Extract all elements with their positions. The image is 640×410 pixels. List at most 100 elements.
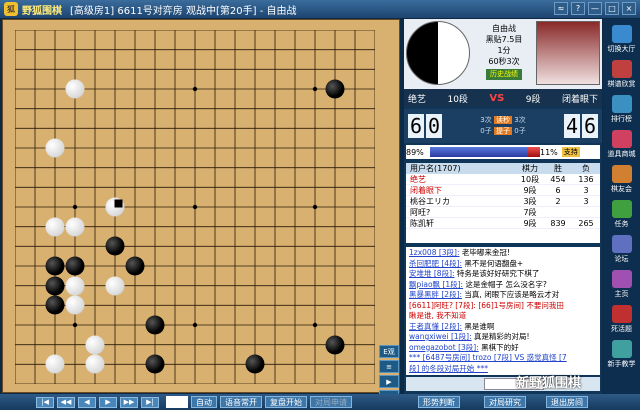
black-stone <box>45 276 65 296</box>
menu-label: 棋谱欣赏 <box>607 80 636 88</box>
white-player-rank: 9段 <box>525 94 541 105</box>
white-stone-last-move <box>105 197 125 217</box>
user-row[interactable]: 绝艺 10段 454 136 <box>406 174 600 185</box>
fast-forward-button[interactable]: ▶▶ <box>120 396 138 408</box>
player-names: 绝艺 10段 VS 9段 闭着眼下 <box>404 89 602 107</box>
voice-button[interactable]: 语音常开 <box>220 396 262 408</box>
white-stone <box>45 138 65 158</box>
situation-judge-button[interactable]: 形势判断 <box>418 396 460 408</box>
forward-button[interactable]: ▶ <box>99 396 117 408</box>
black-clock: 60 <box>408 114 442 138</box>
support-button[interactable]: 支持 <box>561 147 580 157</box>
skin-button[interactable]: ≈ <box>554 2 568 15</box>
close-button[interactable]: × <box>622 2 636 15</box>
menu-item[interactable]: 论坛 <box>605 235 639 268</box>
board-menu-button[interactable]: ≡ <box>379 360 399 373</box>
menu-icon <box>611 305 632 323</box>
menu-item[interactable]: 新手教学 <box>605 340 639 373</box>
black-stone <box>65 256 85 276</box>
menu-icon <box>611 95 632 113</box>
menu-item[interactable]: 道具商城 <box>605 130 639 163</box>
minimize-button[interactable]: — <box>588 2 602 15</box>
players-card: 自由战 黑贴7.5目 1分 60秒3次 历史战绩 绝艺 10段 VS 9段 闭着… <box>404 19 602 107</box>
user-row[interactable]: 桃谷エリカ 3段 2 3 <box>406 196 600 207</box>
menu-label: 切换大厅 <box>607 45 636 53</box>
black-player-name[interactable]: 绝艺 <box>408 92 426 105</box>
menu-item[interactable]: 棋友会 <box>605 165 639 198</box>
help-button[interactable]: ? <box>571 2 585 15</box>
white-stone <box>85 354 105 374</box>
black-player-avatar[interactable] <box>406 21 470 85</box>
clock-panel: 60 3次 读秒 3次 0子 提子 0子 46 <box>404 109 602 143</box>
menu-label: 道具商城 <box>607 150 636 158</box>
white-stone <box>65 79 85 99</box>
last-move-marker <box>114 199 123 208</box>
menu-item[interactable]: 排行榜 <box>605 95 639 128</box>
white-stone <box>85 335 105 355</box>
black-stone <box>245 354 265 374</box>
chat-message: omegazobot [3段]: 黑棋下的好 <box>409 342 519 352</box>
menu-icon <box>611 60 632 78</box>
window-title: 野狐围棋 [高级房1] 6611号对弈房 观战中[第20手] - 自由战 <box>22 5 297 17</box>
black-stone <box>45 295 65 315</box>
black-player-rank: 10段 <box>447 94 468 105</box>
title-bar: 狐 野狐围棋 [高级房1] 6611号对弈房 观战中[第20手] - 自由战 ≈ … <box>0 0 640 18</box>
menu-label: 棋友会 <box>611 185 632 193</box>
maximize-button[interactable]: □ <box>605 2 619 15</box>
white-stone <box>45 217 65 237</box>
white-stone <box>65 217 85 237</box>
menu-item[interactable]: 棋谱欣赏 <box>605 60 639 93</box>
chat-message: 王者真懂 [2段]: 黑是谁啊 <box>409 321 495 331</box>
user-row[interactable]: 闭着眼下 9段 6 3 <box>406 185 600 196</box>
history-button[interactable]: 历史战绩 <box>486 69 522 80</box>
spectate-button[interactable]: E观 <box>379 345 399 358</box>
menu-item[interactable]: 死活题 <box>605 305 639 338</box>
white-player-name[interactable]: 闭着眼下 <box>562 92 598 105</box>
right-menu: 切换大厅棋谱欣赏排行榜道具商城棋友会任务 论坛 主页死活题新手教学 <box>603 19 640 394</box>
winrate-bar: 89% 11% 支持 <box>406 145 600 159</box>
exit-room-button[interactable]: 退出房间 <box>546 396 588 408</box>
chat-message: 飘piao飘 [1段]: 这是金帽子 怎么没名字? <box>409 279 547 289</box>
white-winrate-fill <box>527 147 540 157</box>
menu-icon <box>611 340 632 358</box>
chat-message: 黑暴黑胖 [2段]: 当真, 闭眼下应该是略云才对 <box>409 290 560 299</box>
auto-play-button[interactable]: 自动 <box>191 396 217 408</box>
menu-icon <box>611 235 632 253</box>
chat-log[interactable]: 1zx008 [3段]: 老毕嘟来金冠! 杀回肥肥 [4段]: 黑不是何语翻盘+ 安… <box>406 247 600 375</box>
user-list: 用户名(1707) 棋力胜负 绝艺 10段 454 136 闭着眼下 9段 6 3 桃谷エリカ 3段… <box>406 163 600 243</box>
black-stone <box>45 256 65 276</box>
last-move-button[interactable]: ▶| <box>141 396 159 408</box>
info-panel: 自由战 黑贴7.5目 1分 60秒3次 历史战绩 绝艺 10段 VS 9段 闭着… <box>404 19 602 394</box>
menu-label: 死活题 <box>611 325 632 333</box>
back-button[interactable]: ◀ <box>78 396 96 408</box>
fox-logo-icon: 狐 <box>4 2 18 16</box>
black-winrate: 89% <box>406 147 424 157</box>
game-research-button[interactable]: 对局研究 <box>484 396 526 408</box>
panel-tabs: 形势判断 对局研究 退出房间 <box>404 394 588 410</box>
chat-message: 杀回肥肥 [4段]: 黑不是何语翻盘+ <box>409 258 524 268</box>
fast-back-button[interactable]: ◀◀ <box>57 396 75 408</box>
go-board[interactable]: E观 ≡ ▶ ● <box>2 19 400 403</box>
watermark: 新野狐围棋 <box>516 376 582 391</box>
play-button[interactable]: ▶ <box>379 375 399 388</box>
black-stone <box>125 256 145 276</box>
menu-item[interactable]: 主页 <box>605 270 639 303</box>
user-row[interactable]: 陈凯轩 9段 839 265 <box>406 218 600 229</box>
game-request-button[interactable]: 对局申请 <box>310 396 352 408</box>
menu-item[interactable]: 切换大厅 <box>605 25 639 58</box>
white-player-avatar[interactable] <box>536 21 600 85</box>
chat-message: wangxiwei [1段]: 真是精彩的对局! <box>409 332 530 341</box>
black-stone <box>145 315 165 335</box>
menu-item[interactable]: 任务 <box>605 200 639 233</box>
user-row[interactable]: 阿旺? 7段 <box>406 207 600 218</box>
review-start-button[interactable]: 复盘开始 <box>265 396 307 408</box>
black-stone <box>325 335 345 355</box>
white-stone <box>105 276 125 296</box>
menu-label: 新手教学 <box>607 360 636 368</box>
first-move-button[interactable]: |◀ <box>36 396 54 408</box>
black-winrate-fill <box>430 147 528 157</box>
menu-icon <box>611 165 632 183</box>
move-number-input[interactable] <box>166 396 188 408</box>
chat-message: 安堆堆 [8段]: 特务是该好好研究下棋了 <box>409 269 540 278</box>
chat-message: 1zx008 [3段]: 老毕嘟来金冠! <box>409 248 510 257</box>
